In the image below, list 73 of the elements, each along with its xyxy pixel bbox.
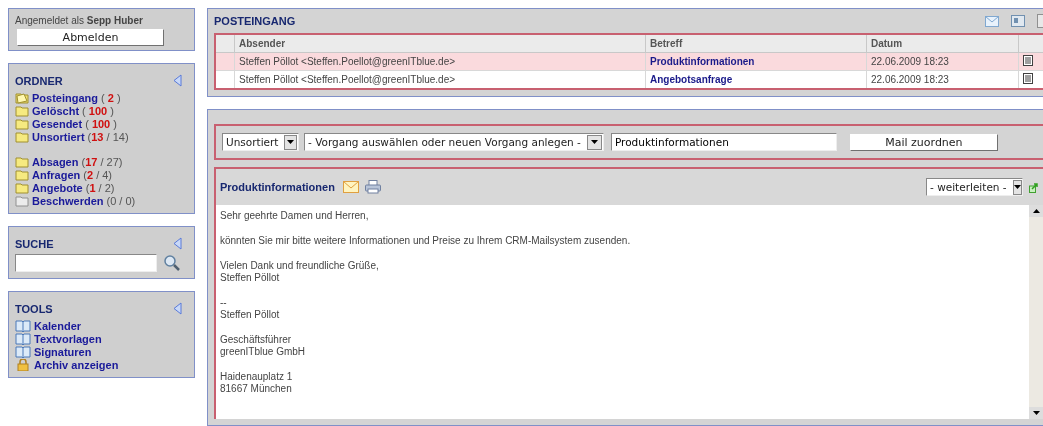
column-header[interactable]: Absender	[234, 34, 646, 53]
panel-title: TOOLS	[15, 302, 53, 315]
folder-link[interactable]: Absagen	[32, 155, 79, 168]
folder-icon	[15, 155, 29, 168]
logout-button[interactable]: Abmelden	[17, 29, 164, 46]
scroll-up-icon[interactable]	[1032, 209, 1040, 213]
message-paragraph: -- Steffen Pöllot	[220, 297, 281, 321]
book-icon	[15, 332, 31, 345]
folder-count: (0 / 0)	[106, 194, 136, 207]
forward-arrow-icon[interactable]	[1029, 181, 1039, 193]
logged-in-text: Angemeldet als Sepp Huber	[15, 15, 144, 26]
folder-icon	[15, 130, 29, 143]
message-subject: Produktinformationen	[220, 181, 335, 193]
column-header[interactable]: Betreff	[645, 34, 867, 53]
dropdown-arrow-icon	[1013, 185, 1021, 189]
collapse-icon[interactable]	[173, 302, 182, 315]
folder-count: (17 / 27)	[81, 155, 123, 168]
trash-icon[interactable]	[1023, 55, 1033, 66]
folder-link[interactable]: Posteingang	[32, 91, 98, 104]
tool-link[interactable]: Signaturen	[34, 345, 92, 358]
folder-icon	[15, 194, 29, 207]
scroll-down-icon[interactable]	[1032, 411, 1040, 415]
message-paragraph: Sehr geehrte Damen und Herren,	[220, 210, 370, 222]
tool-link[interactable]: Textvorlagen	[34, 332, 102, 345]
folder-link[interactable]: Gelöscht	[32, 104, 80, 117]
panel-title: ORDNER	[15, 74, 63, 87]
folder-select[interactable]: Unsortiert	[222, 133, 299, 151]
panel-title: POSTEINGANG	[214, 15, 296, 27]
folder-icon	[15, 181, 29, 194]
envelope-icon[interactable]	[985, 15, 999, 27]
folder-count: (2 / 4)	[83, 168, 113, 181]
lock-icon	[15, 358, 31, 371]
folder-icon	[15, 104, 29, 117]
folder-icon	[15, 117, 29, 130]
folder-icon	[15, 91, 29, 104]
column-header[interactable]: Datum	[866, 34, 1019, 53]
folder-link[interactable]: Angebote	[32, 181, 83, 194]
book-icon	[15, 319, 31, 332]
tool-link[interactable]: Kalender	[34, 319, 82, 332]
envelope-icon[interactable]	[342, 181, 359, 193]
dropdown-arrow-icon	[287, 140, 295, 144]
contact-card-icon[interactable]	[1011, 15, 1025, 27]
collapse-icon[interactable]	[173, 74, 182, 87]
folder-link[interactable]: Gesendet	[32, 117, 83, 130]
process-select[interactable]: - Vorgang auswählen oder neuen Vorgang anlegen -	[304, 133, 604, 151]
scrollbar[interactable]	[1029, 205, 1043, 419]
trash-icon[interactable]	[1023, 73, 1033, 84]
search-icon[interactable]	[163, 254, 181, 272]
folder-count: (13 / 14)	[87, 130, 129, 143]
panel-title: SUCHE	[15, 237, 54, 250]
tool-link[interactable]: Archiv anzeigen	[34, 358, 119, 371]
folder-icon	[15, 168, 29, 181]
book-icon	[15, 345, 31, 358]
folder-link[interactable]: Unsortiert	[32, 130, 85, 143]
search-field[interactable]	[15, 254, 157, 272]
message-paragraph: Haidenauplatz 1 81667 München	[220, 371, 294, 395]
printer-icon[interactable]	[364, 180, 381, 194]
collapse-icon[interactable]	[173, 237, 182, 250]
message-paragraph: könnten Sie mir bitte weitere Informationen und Preise zu Ihrem CRM-Mailsystem zusenden.	[220, 235, 632, 247]
folder-count: ( 2 )	[101, 91, 121, 104]
mail-row[interactable]: Steffen Pöllot <Steffen.Poellot@greenITblue.de> Angebotsanfrage 22.06.2009 18:23	[215, 70, 1043, 89]
assign-mail-button[interactable]: Mail zuordnen	[849, 133, 998, 151]
folder-count: ( 100 )	[82, 104, 114, 117]
message-paragraph: Vielen Dank und freundliche Grüße, Steffen Pöllot	[220, 260, 380, 284]
mail-row[interactable]: Steffen Pöllot <Steffen.Poellot@greenITblue.de> Produktinformationen 22.06.2009 18:23	[215, 52, 1043, 71]
folder-count: ( 100 )	[85, 117, 117, 130]
subject-field[interactable]: Produktinformationen	[610, 133, 837, 151]
folder-link[interactable]: Beschwerden	[32, 194, 104, 207]
folder-count: (1 / 2)	[85, 181, 115, 194]
forward-select[interactable]: - weiterleiten -	[926, 178, 1023, 196]
message-paragraph: Geschäftsführer greenITblue GmbH	[220, 334, 307, 358]
folder-link[interactable]: Anfragen	[32, 168, 81, 181]
dropdown-arrow-icon	[590, 140, 598, 144]
